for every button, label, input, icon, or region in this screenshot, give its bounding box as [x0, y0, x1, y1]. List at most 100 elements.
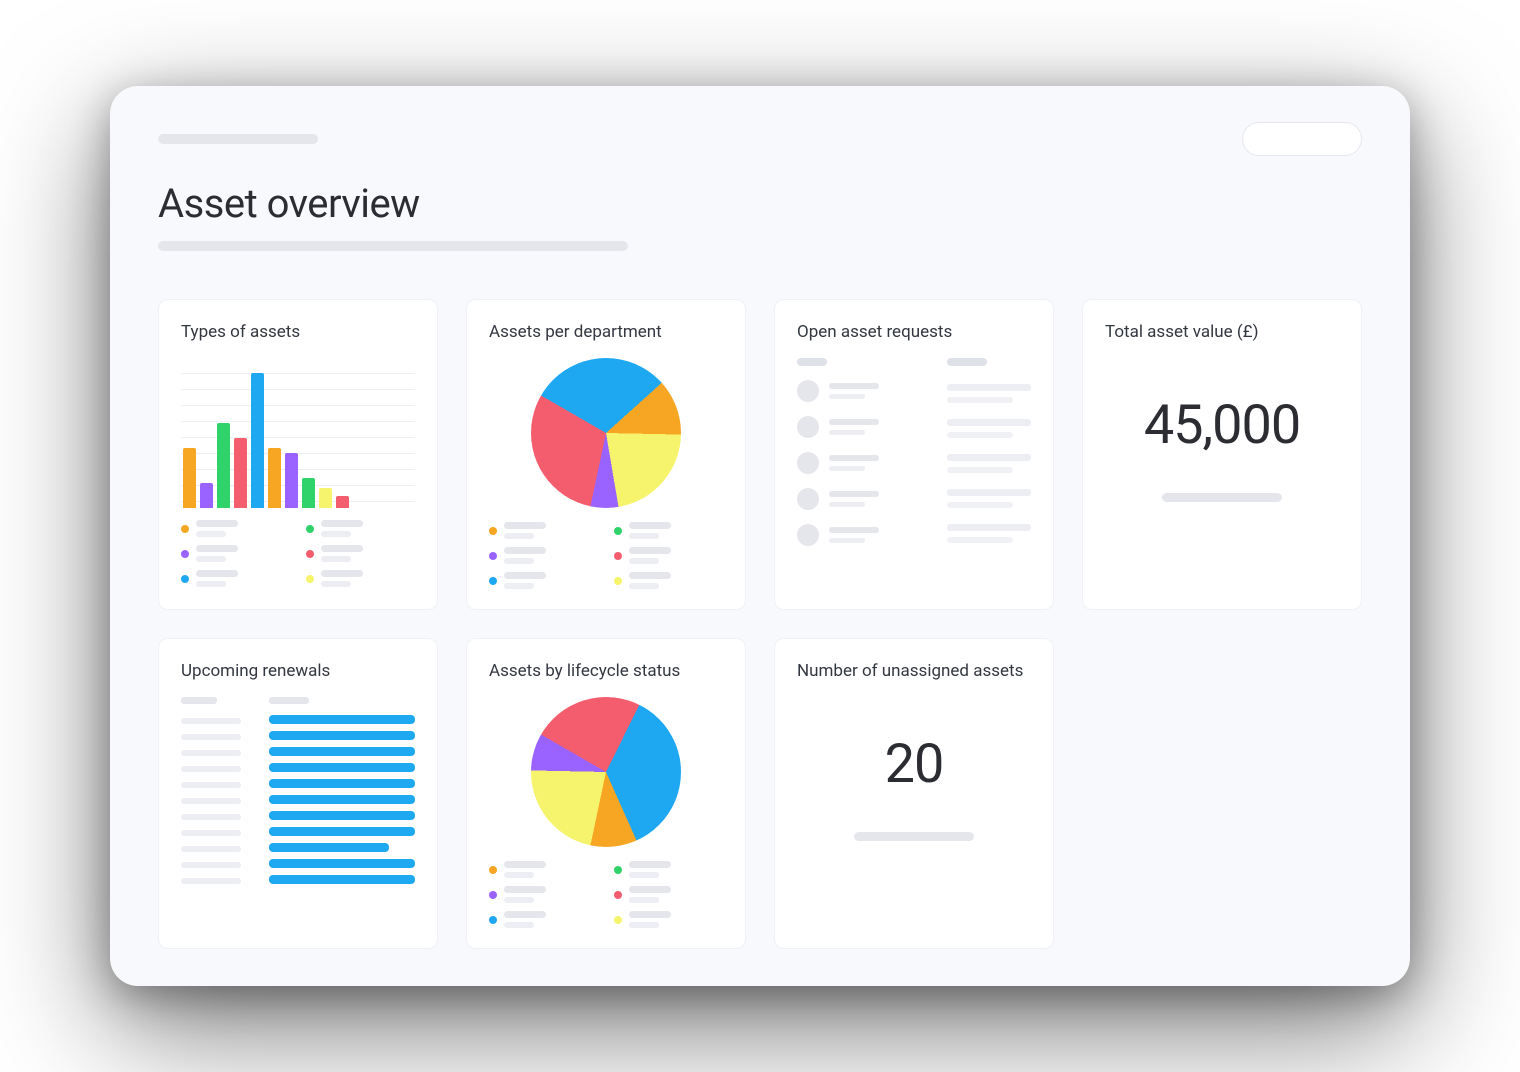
- chart-bar: [319, 488, 332, 508]
- chart-bar: [269, 827, 415, 836]
- legend-dot-icon: [489, 527, 497, 535]
- card-title: Assets per department: [489, 322, 723, 342]
- list-item-detail: [947, 384, 1031, 403]
- legend-dot-icon: [614, 552, 622, 560]
- list-item[interactable]: [797, 452, 917, 474]
- list-item-label-placeholder: [181, 830, 241, 836]
- chart-bar: [269, 843, 389, 852]
- legend-item: [489, 911, 598, 928]
- chart-bar: [268, 448, 281, 508]
- legend-dot-icon: [489, 891, 497, 899]
- legend-item: [181, 520, 290, 537]
- dashboard-window: Asset overview Types of assets Assets pe…: [110, 86, 1410, 986]
- legend-dot-icon: [614, 577, 622, 585]
- legend-dot-icon: [181, 550, 189, 558]
- bar-chart: [181, 358, 415, 508]
- legend-item: [181, 545, 290, 562]
- legend-item: [181, 570, 290, 587]
- legend-dot-icon: [306, 550, 314, 558]
- chart-bar: [251, 373, 264, 508]
- list-item[interactable]: [797, 380, 917, 402]
- list-item-label-placeholder: [181, 782, 241, 788]
- card-title: Upcoming renewals: [181, 661, 415, 681]
- legend-item: [614, 547, 723, 564]
- avatar: [797, 488, 819, 510]
- card-title: Number of unassigned assets: [797, 661, 1031, 681]
- list-item-label-placeholder: [181, 718, 241, 724]
- legend-item: [614, 911, 723, 928]
- chart-bar: [269, 763, 415, 772]
- legend-dot-icon: [489, 866, 497, 874]
- card-total-asset-value[interactable]: Total asset value (£) 45,000: [1082, 299, 1362, 610]
- avatar: [797, 452, 819, 474]
- column-header-placeholder: [947, 358, 987, 366]
- column-header-placeholder: [797, 358, 827, 366]
- list-item-label-placeholder: [181, 798, 241, 804]
- action-button[interactable]: [1242, 122, 1362, 156]
- legend-item: [489, 861, 598, 878]
- legend-dot-icon: [614, 866, 622, 874]
- legend-dot-icon: [614, 891, 622, 899]
- legend-dot-icon: [306, 525, 314, 533]
- card-title: Open asset requests: [797, 322, 1031, 342]
- column-header-placeholder: [269, 697, 309, 704]
- legend-item: [306, 570, 415, 587]
- page-title: Asset overview: [158, 180, 1362, 227]
- chart-legend: [181, 520, 415, 587]
- legend-item: [614, 572, 723, 589]
- legend-dot-icon: [489, 577, 497, 585]
- chart-bar: [269, 747, 415, 756]
- legend-dot-icon: [489, 916, 497, 924]
- chart-bar: [217, 423, 230, 508]
- list-item[interactable]: [797, 524, 917, 546]
- card-assets-by-lifecycle[interactable]: Assets by lifecycle status: [466, 638, 746, 949]
- legend-item: [489, 522, 598, 539]
- chart-bar: [269, 795, 415, 804]
- list-item[interactable]: [797, 488, 917, 510]
- list-item[interactable]: [797, 416, 917, 438]
- card-title: Assets by lifecycle status: [489, 661, 723, 681]
- list-item-label-placeholder: [181, 750, 241, 756]
- cards-grid: Types of assets Assets per department Op…: [158, 299, 1362, 949]
- legend-item: [614, 522, 723, 539]
- legend-item: [614, 861, 723, 878]
- legend-dot-icon: [181, 575, 189, 583]
- card-title: Total asset value (£): [1105, 322, 1339, 342]
- metric-sublabel-placeholder: [854, 832, 974, 841]
- chart-bar: [269, 715, 415, 724]
- list-item-detail: [947, 489, 1031, 508]
- chart-legend: [489, 861, 723, 928]
- avatar: [797, 524, 819, 546]
- list-item-detail: [947, 524, 1031, 543]
- list-item-label-placeholder: [181, 846, 241, 852]
- legend-item: [489, 572, 598, 589]
- metric-value: 20: [797, 733, 1031, 796]
- card-title: Types of assets: [181, 322, 415, 342]
- column-header-placeholder: [181, 697, 217, 704]
- chart-bar: [269, 859, 415, 868]
- topbar: [158, 122, 1362, 156]
- chart-bar: [269, 875, 415, 884]
- legend-item: [614, 886, 723, 903]
- legend-dot-icon: [181, 525, 189, 533]
- list-item-detail: [947, 419, 1031, 438]
- pie-chart: [489, 358, 723, 508]
- breadcrumb-placeholder: [158, 134, 318, 144]
- card-upcoming-renewals[interactable]: Upcoming renewals: [158, 638, 438, 949]
- list-item-label-placeholder: [181, 862, 241, 868]
- chart-bar: [336, 496, 349, 508]
- chart-legend: [489, 522, 723, 589]
- legend-item: [306, 545, 415, 562]
- legend-dot-icon: [614, 916, 622, 924]
- avatar: [797, 416, 819, 438]
- card-unassigned-assets[interactable]: Number of unassigned assets 20: [774, 638, 1054, 949]
- legend-item: [489, 886, 598, 903]
- card-types-of-assets[interactable]: Types of assets: [158, 299, 438, 610]
- chart-bar: [200, 483, 213, 508]
- list-item-label-placeholder: [181, 878, 241, 884]
- card-assets-per-department[interactable]: Assets per department: [466, 299, 746, 610]
- list-item-label-placeholder: [181, 814, 241, 820]
- card-open-asset-requests[interactable]: Open asset requests: [774, 299, 1054, 610]
- legend-dot-icon: [614, 527, 622, 535]
- metric-value: 45,000: [1105, 394, 1339, 457]
